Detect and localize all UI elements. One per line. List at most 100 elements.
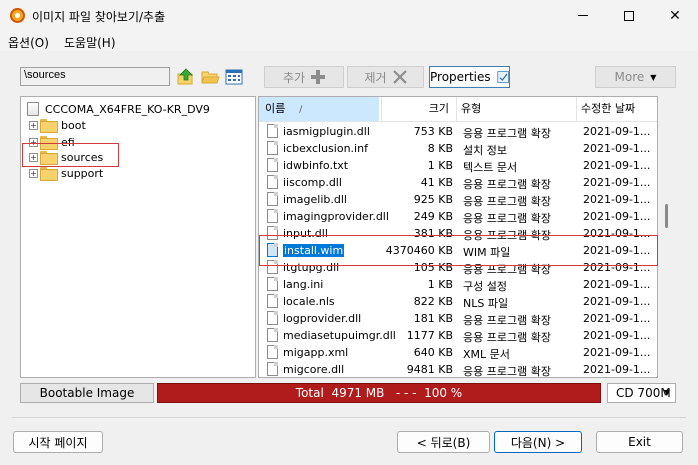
file-icon — [267, 124, 278, 138]
file-row[interactable]: imagelib.dll 925 KB 응용 프로그램 확장 2021-09-1... — [259, 191, 657, 208]
file-date: 2021-09-1... — [583, 329, 651, 342]
scrollbar[interactable] — [663, 96, 671, 378]
file-type: 응용 프로그램 확장 — [463, 365, 551, 378]
more-button[interactable]: More ▼ — [595, 66, 676, 88]
file-row[interactable]: logprovider.dll 181 KB 응용 프로그램 확장 2021-09-1… — [259, 310, 657, 327]
file-size: 181 KB — [413, 312, 453, 325]
selected-file-highlight — [259, 235, 658, 266]
file-row[interactable]: iiscomp.dll 41 KB 응용 프로그램 확장 2021-09-1... — [259, 174, 657, 191]
title-bar: 이미지 파일 찾아보기/추출 ✕ — [0, 0, 698, 31]
main-content: \sources 추가 제거 Properties More ▼ CCCOMA_… — [0, 51, 698, 465]
tree-item-boot[interactable]: + boot — [29, 117, 86, 133]
view-details-icon[interactable] — [224, 67, 244, 87]
file-icon — [267, 362, 278, 376]
tree-item-label: boot — [61, 118, 86, 132]
scrollbar-thumb[interactable] — [665, 204, 668, 228]
file-type: 응용 프로그램 확장 — [463, 178, 551, 191]
start-page-button[interactable]: 시작 페이지 — [13, 431, 103, 453]
file-icon — [267, 345, 278, 359]
file-size: 1 KB — [427, 278, 453, 291]
file-size: 1177 KB — [406, 329, 453, 342]
close-button[interactable]: ✕ — [652, 0, 698, 31]
next-button[interactable]: 다음(N) > — [494, 431, 582, 453]
folder-icon — [40, 167, 58, 181]
file-icon — [267, 311, 278, 325]
tree-root[interactable]: CCCOMA_X64FRE_KO-KR_DV9 — [27, 101, 210, 117]
file-type: 응용 프로그램 확장 — [463, 331, 551, 344]
column-date[interactable]: 수정한 날짜 — [576, 97, 657, 121]
minimize-icon — [578, 15, 588, 16]
plus-icon — [311, 70, 326, 84]
open-folder-icon[interactable] — [200, 67, 220, 87]
tree-item-label: support — [61, 166, 104, 180]
disc-image-icon — [27, 102, 39, 116]
file-date: 2021-09-1... — [583, 210, 651, 223]
remove-label: 제거 — [364, 70, 387, 85]
column-size[interactable]: 크기 — [381, 97, 453, 121]
file-size: 640 KB — [413, 346, 453, 359]
file-type: 구성 설정 — [463, 280, 507, 293]
menu-bar: 옵션(O) 도움말(H) — [0, 31, 698, 51]
properties-button[interactable]: Properties — [429, 66, 510, 88]
add-label: 추가 — [282, 70, 306, 85]
file-date: 2021-09-1... — [583, 159, 651, 172]
menu-help[interactable]: 도움말(H) — [64, 34, 116, 51]
column-name[interactable]: 이름 / — [259, 97, 379, 121]
file-date: 2021-09-1... — [583, 295, 651, 308]
back-button[interactable]: < 뒤로(B) — [397, 431, 490, 453]
file-type: 텍스트 문서 — [463, 161, 518, 174]
file-row[interactable]: locale.nls 822 KB NLS 파일 2021-09-1... — [259, 293, 657, 310]
folder-tree[interactable]: CCCOMA_X64FRE_KO-KR_DV9 + boot + efi + s… — [20, 96, 256, 378]
path-field[interactable]: \sources — [20, 67, 170, 86]
file-icon — [267, 175, 278, 189]
file-size: 249 KB — [413, 210, 453, 223]
tree-root-label: CCCOMA_X64FRE_KO-KR_DV9 — [45, 102, 210, 116]
expand-icon[interactable]: + — [29, 120, 38, 130]
file-size: 753 KB — [413, 125, 453, 138]
add-button[interactable]: 추가 — [264, 66, 344, 88]
file-date: 2021-09-1... — [583, 125, 651, 138]
file-type: 응용 프로그램 확장 — [463, 195, 551, 208]
file-date: 2021-09-1... — [583, 312, 651, 325]
file-row[interactable]: migapp.xml 640 KB XML 문서 2021-09-1... — [259, 344, 657, 361]
media-size-select[interactable]: CD 700M ▼ — [607, 383, 676, 403]
column-type[interactable]: 유형 — [456, 97, 574, 121]
properties-icon — [497, 71, 509, 83]
file-type: 응용 프로그램 확장 — [463, 314, 551, 327]
file-icon — [267, 192, 278, 206]
file-size: 925 KB — [413, 193, 453, 206]
file-row[interactable]: lang.ini 1 KB 구성 설정 2021-09-1... — [259, 276, 657, 293]
minimize-button[interactable] — [560, 0, 606, 31]
up-folder-icon[interactable] — [176, 67, 196, 87]
remove-button[interactable]: 제거 — [347, 66, 424, 88]
maximize-button[interactable] — [606, 0, 652, 31]
menu-options[interactable]: 옵션(O) — [8, 34, 49, 51]
file-row[interactable]: mediasetupuimgr.dll 1177 KB 응용 프로그램 확장 2021… — [259, 327, 657, 344]
file-size: 9481 KB — [406, 363, 453, 376]
bootable-image-button[interactable]: Bootable Image — [20, 383, 154, 403]
more-label: More — [614, 70, 645, 84]
file-row[interactable]: iasmigplugin.dll 753 KB 응용 프로그램 확장 2021-09-… — [259, 123, 657, 140]
file-date: 2021-09-1... — [583, 193, 651, 206]
file-type: 응용 프로그램 확장 — [463, 127, 551, 140]
file-row[interactable]: idwbinfo.txt 1 KB 텍스트 문서 2021-09-1... — [259, 157, 657, 174]
file-row[interactable]: migcore.dll 9481 KB 응용 프로그램 확장 2021-09-1... — [259, 361, 657, 378]
tree-selection-highlight — [22, 143, 119, 167]
file-row[interactable]: imagingprovider.dll 249 KB 응용 프로그램 확장 2021-… — [259, 208, 657, 225]
file-size: 1 KB — [427, 159, 453, 172]
window-title: 이미지 파일 찾아보기/추출 — [32, 10, 166, 24]
file-icon — [267, 209, 278, 223]
expand-icon[interactable]: + — [29, 168, 38, 178]
file-date: 2021-09-1... — [583, 346, 651, 359]
file-date: 2021-09-1... — [583, 363, 651, 376]
tree-item-support[interactable]: + support — [29, 165, 103, 181]
file-icon — [267, 158, 278, 172]
list-header: 이름 / 크기 유형 수정한 날짜 — [259, 97, 657, 122]
exit-button[interactable]: Exit — [596, 431, 683, 453]
column-name-label: 이름 — [265, 102, 286, 115]
file-icon — [267, 141, 278, 155]
file-icon — [267, 328, 278, 342]
file-size: 822 KB — [413, 295, 453, 308]
progress-text: Total 4971 MB - - - 100 % — [295, 386, 463, 400]
file-row[interactable]: icbexclusion.inf 8 KB 설치 정보 2021-09-1... — [259, 140, 657, 157]
